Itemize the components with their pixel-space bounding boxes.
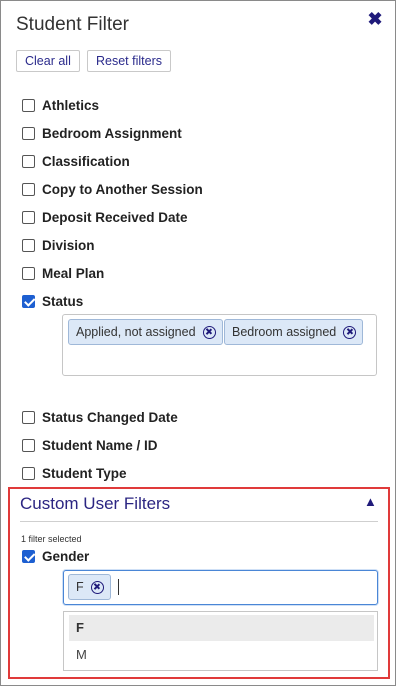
gender-tag-input[interactable]: F bbox=[63, 570, 378, 605]
checkbox[interactable] bbox=[22, 154, 35, 168]
tag-label: Bedroom assigned bbox=[232, 325, 337, 339]
filter-count: 1 filter selected bbox=[21, 534, 82, 544]
section-title: Custom User Filters bbox=[20, 494, 171, 513]
text-cursor bbox=[118, 579, 120, 595]
tag-label: Applied, not assigned bbox=[76, 325, 196, 339]
clear-all-button[interactable]: Clear all bbox=[16, 50, 80, 72]
checkbox[interactable] bbox=[22, 126, 35, 140]
dropdown-option[interactable]: M bbox=[69, 642, 374, 668]
reset-filters-button[interactable]: Reset filters bbox=[87, 50, 171, 72]
status-tag: Applied, not assigned bbox=[68, 319, 223, 345]
checkbox[interactable] bbox=[22, 438, 35, 452]
checkbox[interactable] bbox=[22, 410, 35, 424]
divider bbox=[20, 521, 378, 522]
filter-classification[interactable]: Classification bbox=[22, 152, 130, 170]
filter-label: Bedroom Assignment bbox=[42, 125, 182, 141]
filter-meal-plan[interactable]: Meal Plan bbox=[22, 264, 104, 282]
filter-athletics[interactable]: Athletics bbox=[22, 96, 99, 114]
filter-label: Athletics bbox=[42, 97, 100, 113]
remove-tag-icon[interactable] bbox=[343, 325, 357, 339]
remove-tag-icon[interactable] bbox=[90, 580, 104, 594]
checkbox[interactable] bbox=[22, 238, 35, 252]
checkbox-checked[interactable] bbox=[22, 549, 35, 563]
remove-tag-icon[interactable] bbox=[202, 325, 216, 339]
checkbox[interactable] bbox=[22, 98, 35, 112]
filter-division[interactable]: Division bbox=[22, 236, 95, 254]
filter-label: Meal Plan bbox=[42, 265, 105, 281]
custom-user-filters-section: Custom User Filters ▲ 1 filter selected … bbox=[8, 487, 390, 679]
filter-student-name-id[interactable]: Student Name / ID bbox=[22, 436, 158, 454]
checkbox[interactable] bbox=[22, 466, 35, 480]
filter-gender[interactable]: Gender bbox=[22, 547, 89, 565]
panel-title: Student Filter bbox=[16, 14, 129, 35]
filter-label: Gender bbox=[42, 548, 90, 564]
filter-status-changed-date[interactable]: Status Changed Date bbox=[22, 408, 178, 426]
checkbox[interactable] bbox=[22, 182, 35, 196]
checkbox[interactable] bbox=[22, 210, 35, 224]
status-tag: Bedroom assigned bbox=[224, 319, 364, 345]
filter-label: Student Type bbox=[42, 465, 127, 481]
student-filter-panel: Student Filter ✖ Clear all Reset filters… bbox=[0, 0, 396, 686]
tag-label: F bbox=[76, 580, 84, 594]
filter-status[interactable]: Status bbox=[22, 292, 83, 310]
filter-label: Deposit Received Date bbox=[42, 209, 188, 225]
filter-bedroom-assignment[interactable]: Bedroom Assignment bbox=[22, 124, 182, 142]
filter-deposit-received-date[interactable]: Deposit Received Date bbox=[22, 208, 188, 226]
close-icon[interactable]: ✖ bbox=[366, 10, 384, 28]
filter-label: Classification bbox=[42, 153, 130, 169]
filter-label: Division bbox=[42, 237, 95, 253]
checkbox[interactable] bbox=[22, 266, 35, 280]
checkbox-checked[interactable] bbox=[22, 294, 35, 308]
gender-dropdown: F M bbox=[63, 611, 378, 671]
filter-label: Status bbox=[42, 293, 84, 309]
status-tag-input[interactable]: Applied, not assigned Bedroom assigned bbox=[62, 314, 377, 376]
filter-copy-to-another-session[interactable]: Copy to Another Session bbox=[22, 180, 203, 198]
chevron-up-icon[interactable]: ▲ bbox=[364, 495, 377, 508]
gender-tag: F bbox=[68, 574, 111, 600]
filter-label: Student Name / ID bbox=[42, 437, 158, 453]
filter-label: Copy to Another Session bbox=[42, 181, 203, 197]
dropdown-option[interactable]: F bbox=[69, 615, 374, 641]
filter-student-type[interactable]: Student Type bbox=[22, 464, 127, 482]
filter-label: Status Changed Date bbox=[42, 409, 178, 425]
